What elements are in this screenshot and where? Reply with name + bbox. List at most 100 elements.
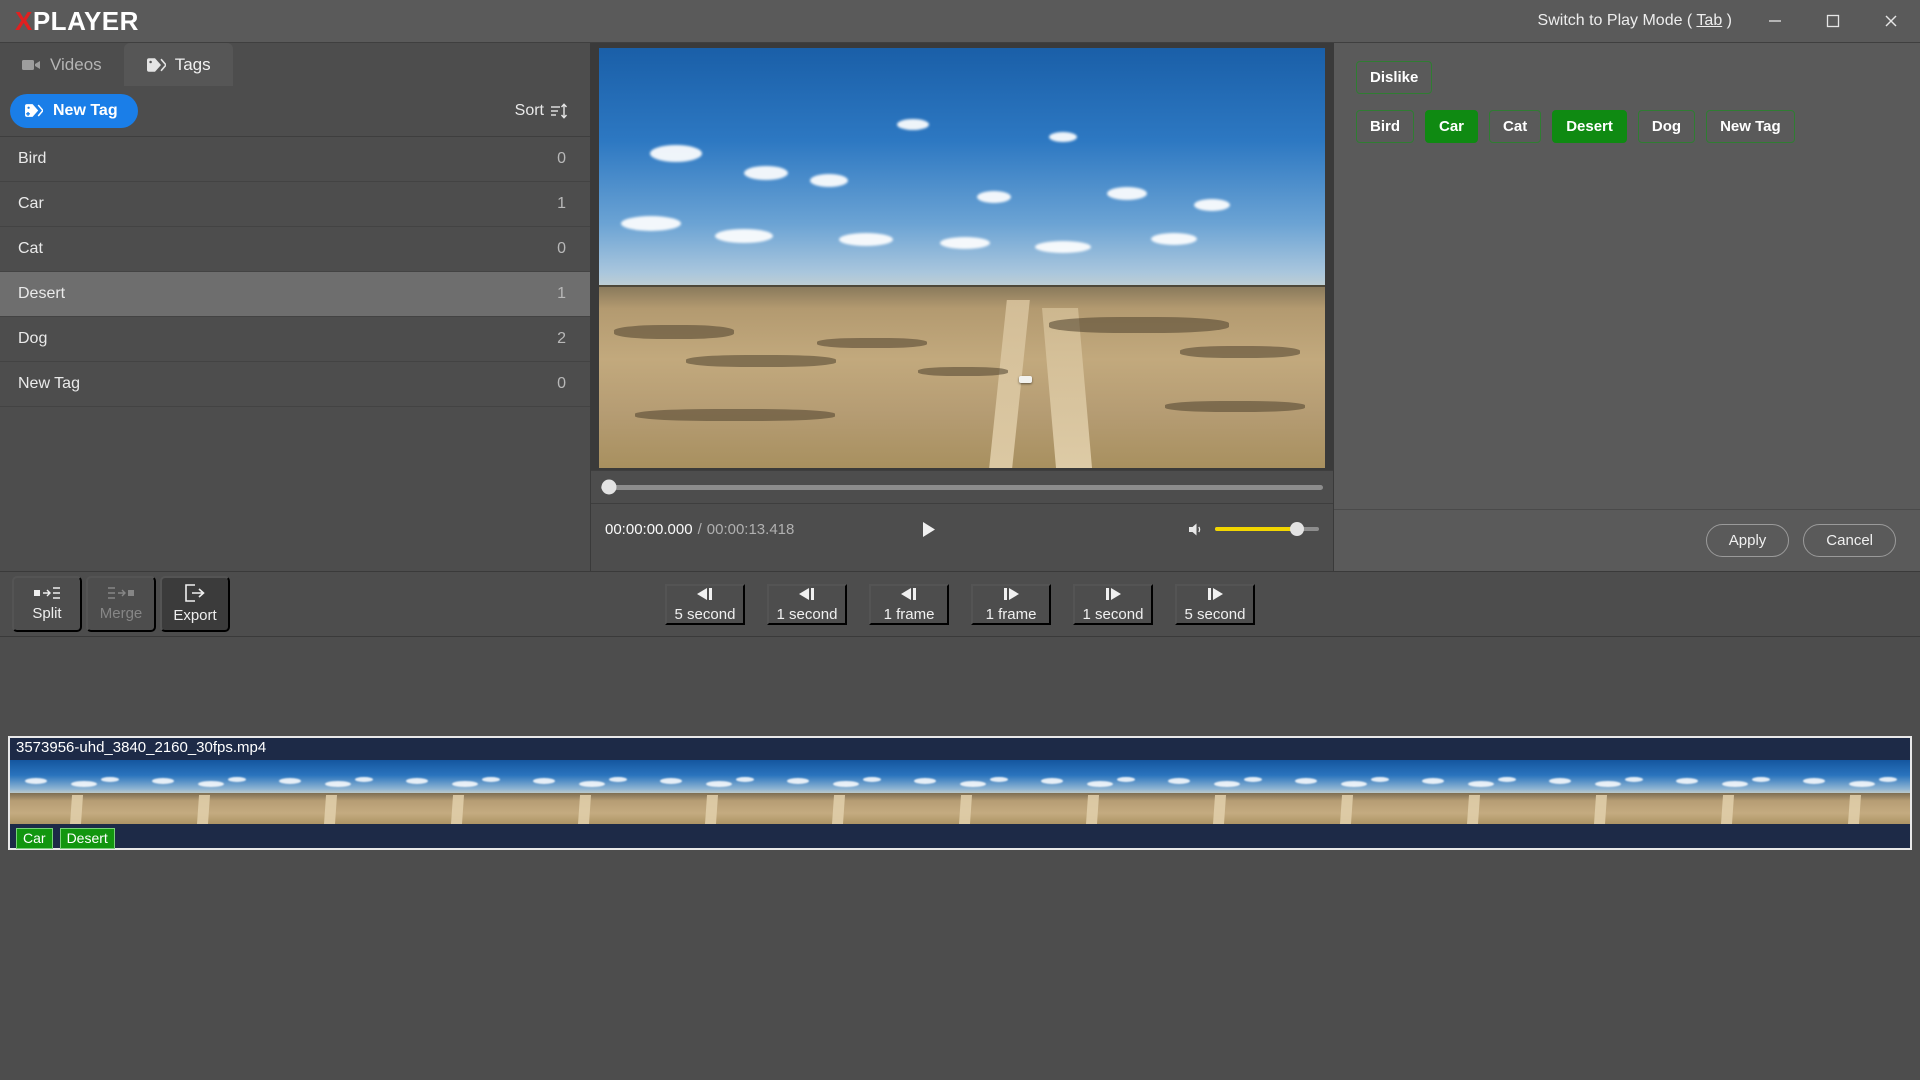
tag-list: Bird 0 Car 1 Cat 0 Desert 1 Dog 2 New Ta… (0, 137, 590, 571)
tag-name: New Tag (18, 375, 80, 392)
thumb-road (1212, 794, 1227, 824)
tag-list-item[interactable]: Car 1 (0, 182, 590, 227)
tag-chip-dog[interactable]: Dog (1637, 110, 1696, 143)
thumb-cloud (533, 777, 556, 784)
seek-handle[interactable] (601, 479, 617, 495)
step-backward-icon (799, 587, 814, 600)
thumb-sky (899, 760, 1026, 794)
title-bar: XPLAYER Switch to Play Mode ( Tab ) (0, 0, 1920, 43)
tag-chip-new-tag[interactable]: New Tag (1706, 110, 1795, 143)
dislike-button[interactable]: Dislike (1356, 61, 1433, 94)
thumb-cloud (355, 776, 374, 782)
seek-button-group: 5 second 1 second 1 frame 1 frame 1 seco… (665, 583, 1255, 625)
tag-list-item[interactable]: Cat 0 (0, 227, 590, 272)
thumb-cloud (1244, 776, 1263, 782)
vehicle (1018, 376, 1032, 384)
thumb-cloud (101, 776, 120, 782)
seek-forward-1-frame[interactable]: 1 frame (971, 583, 1051, 625)
tag-count: 0 (557, 150, 566, 167)
split-button[interactable]: Split (12, 576, 82, 632)
minimize-button[interactable] (1746, 0, 1804, 43)
maximize-button[interactable] (1804, 0, 1862, 43)
cloud-shape (976, 190, 1011, 203)
seek-label: 1 frame (883, 605, 935, 623)
apply-button[interactable]: Apply (1705, 524, 1790, 557)
thumb-sky (772, 760, 899, 794)
thumb-cloud (279, 777, 302, 784)
clip-tag-badge[interactable]: Desert (59, 828, 115, 849)
switch-mode-shortcut: Tab (1696, 12, 1723, 29)
close-button[interactable] (1862, 0, 1920, 43)
cloud-shape (1150, 232, 1197, 245)
thumb-sky (264, 760, 391, 794)
export-button[interactable]: Export (160, 576, 230, 632)
tag-list-item[interactable]: Dog 2 (0, 317, 590, 362)
play-button[interactable] (919, 520, 938, 539)
clip-thumbnail (137, 760, 264, 824)
thumb-cloud (609, 776, 628, 782)
thumb-road (577, 794, 592, 824)
tag-chip-bird[interactable]: Bird (1356, 110, 1414, 143)
timeline-clip[interactable]: 3573956-uhd_3840_2160_30fps.mp4 Car Dese… (8, 736, 1912, 850)
tag-count: 0 (557, 240, 566, 257)
clip-thumbnail (645, 760, 772, 824)
tag-list-item[interactable]: Desert 1 (0, 272, 590, 317)
thumb-road (1847, 794, 1862, 824)
tag-count: 0 (557, 375, 566, 392)
step-backward-icon (697, 587, 712, 600)
new-tag-label: New Tag (53, 102, 118, 119)
thumb-cloud (736, 776, 755, 782)
sort-button[interactable]: Sort (515, 102, 568, 120)
thumb-sky (1534, 760, 1661, 794)
seek-track[interactable] (601, 479, 1323, 495)
cloud-shape (620, 216, 681, 231)
tag-name: Car (18, 195, 44, 212)
cancel-button[interactable]: Cancel (1803, 524, 1896, 557)
seek-back-1-second[interactable]: 1 second (767, 583, 847, 625)
seek-back-5-second[interactable]: 5 second (665, 583, 745, 625)
tab-videos[interactable]: Videos (0, 43, 124, 86)
thumb-cloud (1117, 776, 1136, 782)
seek-back-1-frame[interactable]: 1 frame (869, 583, 949, 625)
scrub-patch (613, 325, 734, 340)
clip-tag-badge[interactable]: Car (16, 828, 53, 849)
thumb-road (1720, 794, 1735, 824)
tag-icon (146, 57, 166, 72)
timeline-panel[interactable]: 3573956-uhd_3840_2160_30fps.mp4 Car Dese… (0, 637, 1920, 1080)
volume-track[interactable] (1214, 522, 1319, 536)
tag-editor-body: Dislike Bird Car Cat Desert Dog New Tag (1334, 43, 1920, 509)
thumb-cloud (1879, 776, 1898, 782)
tab-videos-label: Videos (50, 54, 102, 74)
tag-list-item[interactable]: Bird 0 (0, 137, 590, 182)
tag-chip-cat[interactable]: Cat (1489, 110, 1542, 143)
merge-icon (108, 587, 134, 599)
switch-play-mode-button[interactable]: Switch to Play Mode ( Tab ) (1524, 12, 1746, 30)
cloud-shape (1107, 186, 1148, 200)
tag-chip-car[interactable]: Car (1425, 110, 1479, 143)
tag-list-item[interactable]: New Tag 0 (0, 362, 590, 407)
merge-button[interactable]: Merge (86, 576, 156, 632)
thumb-cloud (660, 777, 683, 784)
scrub-patch (1179, 346, 1300, 359)
sort-label: Sort (514, 102, 544, 119)
new-tag-button[interactable]: New Tag (10, 94, 138, 128)
current-time: 00:00:00.000 (605, 520, 693, 538)
clip-thumbnail (391, 760, 518, 824)
seek-bar[interactable] (591, 470, 1333, 504)
tag-chip-desert[interactable]: Desert (1552, 110, 1627, 143)
video-preview[interactable] (599, 48, 1325, 468)
volume-control[interactable] (1188, 522, 1319, 537)
thumb-cloud (914, 777, 937, 784)
tab-tags[interactable]: Tags (123, 43, 233, 86)
tab-tags-label: Tags (174, 54, 211, 74)
thumb-sky (1153, 760, 1280, 794)
seek-forward-5-second[interactable]: 5 second (1175, 583, 1255, 625)
volume-handle[interactable] (1290, 522, 1305, 536)
tag-name: Bird (18, 150, 47, 167)
merge-label: Merge (99, 605, 143, 622)
sort-icon (551, 103, 568, 119)
seek-label: 1 second (1082, 605, 1144, 623)
volume-icon[interactable] (1188, 522, 1205, 537)
thumb-sky (1407, 760, 1534, 794)
seek-forward-1-second[interactable]: 1 second (1073, 583, 1153, 625)
